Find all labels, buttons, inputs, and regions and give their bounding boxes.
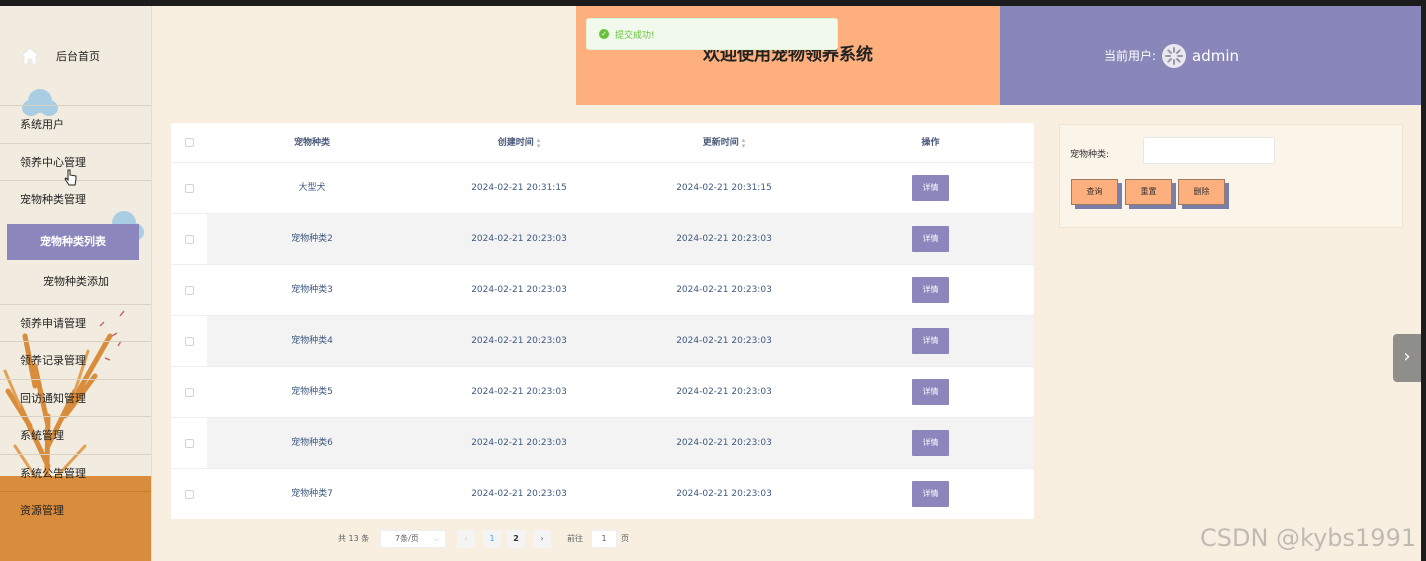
sidebar-subitem-pet-kind-add[interactable]: 宠物种类添加 <box>0 262 151 302</box>
table-row: 宠物种类3 2024-02-21 20:23:03 2024-02-21 20:… <box>171 265 1034 316</box>
cell-updated: 2024-02-21 20:23:03 <box>676 438 772 448</box>
cell-kind: 宠物种类2 <box>291 234 333 244</box>
sidebar-item-resources[interactable]: 资源管理 <box>0 491 151 528</box>
cell-created: 2024-02-21 20:23:03 <box>471 489 567 499</box>
sidebar-item-adoption-requests[interactable]: 领养申请管理 <box>0 304 151 341</box>
cell-kind: 宠物种类4 <box>291 336 333 346</box>
query-button[interactable]: 查询 <box>1071 179 1118 205</box>
column-header-kind: 宠物种类 <box>293 138 330 148</box>
mouse-cursor-icon <box>64 169 77 186</box>
page-size-select[interactable]: 7条/页 ⌵ <box>380 530 446 548</box>
detail-button[interactable]: 详情 <box>912 277 949 303</box>
pagination-total: 共 13 条 <box>338 534 370 543</box>
table-row: 宠物种类4 2024-02-21 20:23:03 2024-02-21 20:… <box>171 316 1034 367</box>
header-left <box>152 6 576 105</box>
cell-updated: 2024-02-21 20:23:03 <box>676 336 772 346</box>
row-checkbox[interactable] <box>185 388 194 397</box>
column-header-updated-label: 更新时间 <box>702 138 739 148</box>
sidebar-item-system-users[interactable]: 系统用户 <box>0 105 151 142</box>
row-checkbox[interactable] <box>185 184 194 193</box>
table-row: 大型犬 2024-02-21 20:31:15 2024-02-21 20:31… <box>171 163 1034 214</box>
prev-page-button[interactable]: ‹ <box>457 530 475 548</box>
cell-created: 2024-02-21 20:23:03 <box>471 285 567 295</box>
chevron-down-icon: ⌵ <box>433 535 439 543</box>
table-row: 宠物种类2 2024-02-21 20:23:03 2024-02-21 20:… <box>171 214 1034 265</box>
cell-created: 2024-02-21 20:31:15 <box>471 183 567 193</box>
cell-created: 2024-02-21 20:23:03 <box>471 438 567 448</box>
sort-icon[interactable]: ▴ ▾ <box>742 136 746 149</box>
column-header-actions: 操作 <box>921 138 940 148</box>
sidebar-home-label: 后台首页 <box>56 50 100 63</box>
cell-kind: 宠物种类6 <box>291 438 333 448</box>
table-row: 宠物种类5 2024-02-21 20:23:03 2024-02-21 20:… <box>171 367 1034 418</box>
goto-label: 前往 <box>567 534 583 543</box>
cell-kind: 宠物种类3 <box>291 285 333 295</box>
sidebar: 后台首页 系统用户 领养中心管理 宠物种类管理 宠物种类列表 宠物种类添加 领养… <box>0 6 152 561</box>
table-header: 宠物种类 创建时间 ▴ ▾ 更新时间 ▴ ▾ 操作 <box>171 123 1034 163</box>
sidebar-item-system-management[interactable]: 系统管理 <box>0 416 151 453</box>
cell-kind: 宠物种类5 <box>291 387 333 397</box>
column-header-updated[interactable]: 更新时间 ▴ ▾ <box>621 123 827 163</box>
avatar[interactable] <box>1162 43 1187 68</box>
check-circle-icon: ✓ <box>599 29 609 39</box>
admin-app: 后台首页 系统用户 领养中心管理 宠物种类管理 宠物种类列表 宠物种类添加 领养… <box>0 6 1421 561</box>
toast-message: 提交成功! <box>615 30 655 41</box>
reset-button[interactable]: 重置 <box>1125 179 1172 205</box>
current-user-name: admin <box>1192 46 1240 65</box>
pet-kind-search-label: 宠物种类: <box>1070 150 1110 160</box>
pet-kind-search-input[interactable] <box>1143 137 1275 164</box>
cell-updated: 2024-02-21 20:23:03 <box>676 285 772 295</box>
sidebar-item-followup-notices[interactable]: 回访通知管理 <box>0 379 151 416</box>
sidebar-item-adoption-records[interactable]: 领养记录管理 <box>0 341 151 378</box>
goto-page-input[interactable]: 1 <box>591 530 617 548</box>
row-checkbox[interactable] <box>185 490 194 499</box>
table-row: 宠物种类7 2024-02-21 20:23:03 2024-02-21 20:… <box>171 469 1034 520</box>
row-checkbox[interactable] <box>185 337 194 346</box>
loading-spinner-icon <box>1165 46 1184 65</box>
pet-kind-table: 宠物种类 创建时间 ▴ ▾ 更新时间 ▴ ▾ 操作 大型犬 2024-02-21 20:… <box>171 123 1034 519</box>
page-button-1[interactable]: 1 <box>483 530 501 548</box>
cell-created: 2024-02-21 20:23:03 <box>471 387 567 397</box>
cell-updated: 2024-02-21 20:23:03 <box>676 489 772 499</box>
home-icon <box>20 47 40 65</box>
detail-button[interactable]: 详情 <box>912 481 949 507</box>
cell-updated: 2024-02-21 20:23:03 <box>676 234 772 244</box>
column-header-created-label: 创建时间 <box>497 138 534 148</box>
detail-button[interactable]: 详情 <box>912 379 949 405</box>
row-checkbox[interactable] <box>185 439 194 448</box>
cell-kind: 宠物种类7 <box>291 489 333 499</box>
cell-updated: 2024-02-21 20:23:03 <box>676 387 772 397</box>
chevron-right-icon[interactable]: › <box>1393 334 1421 382</box>
cell-updated: 2024-02-21 20:31:15 <box>676 183 772 193</box>
cell-kind: 大型犬 <box>298 183 326 193</box>
current-user-label: 当前用户: <box>1104 49 1157 63</box>
page-unit-label: 页 <box>621 534 629 543</box>
cell-created: 2024-02-21 20:23:03 <box>471 234 567 244</box>
page-button-2[interactable]: 2 <box>507 530 525 548</box>
current-user: 当前用户: admin <box>1000 6 1421 105</box>
detail-button[interactable]: 详情 <box>912 226 949 252</box>
delete-button[interactable]: 删除 <box>1178 179 1225 205</box>
select-all-checkbox[interactable] <box>185 138 194 147</box>
column-header-created[interactable]: 创建时间 ▴ ▾ <box>417 123 621 163</box>
row-checkbox[interactable] <box>185 286 194 295</box>
sort-icon[interactable]: ▴ ▾ <box>537 136 541 149</box>
search-panel: 宠物种类: 查询 重置 删除 <box>1059 124 1403 228</box>
row-checkbox[interactable] <box>185 235 194 244</box>
sidebar-item-announcements[interactable]: 系统公告管理 <box>0 454 151 491</box>
sidebar-subitem-pet-kind-list[interactable]: 宠物种类列表 <box>7 224 139 260</box>
watermark: CSDN @kybs1991 <box>1200 524 1417 552</box>
detail-button[interactable]: 详情 <box>912 328 949 354</box>
next-page-button[interactable]: › <box>533 530 551 548</box>
cell-created: 2024-02-21 20:23:03 <box>471 336 567 346</box>
page-size-value: 7条/页 <box>395 534 419 543</box>
detail-button[interactable]: 详情 <box>912 175 949 201</box>
detail-button[interactable]: 详情 <box>912 430 949 456</box>
success-toast: ✓ 提交成功! <box>586 18 838 50</box>
table-row: 宠物种类6 2024-02-21 20:23:03 2024-02-21 20:… <box>171 418 1034 469</box>
